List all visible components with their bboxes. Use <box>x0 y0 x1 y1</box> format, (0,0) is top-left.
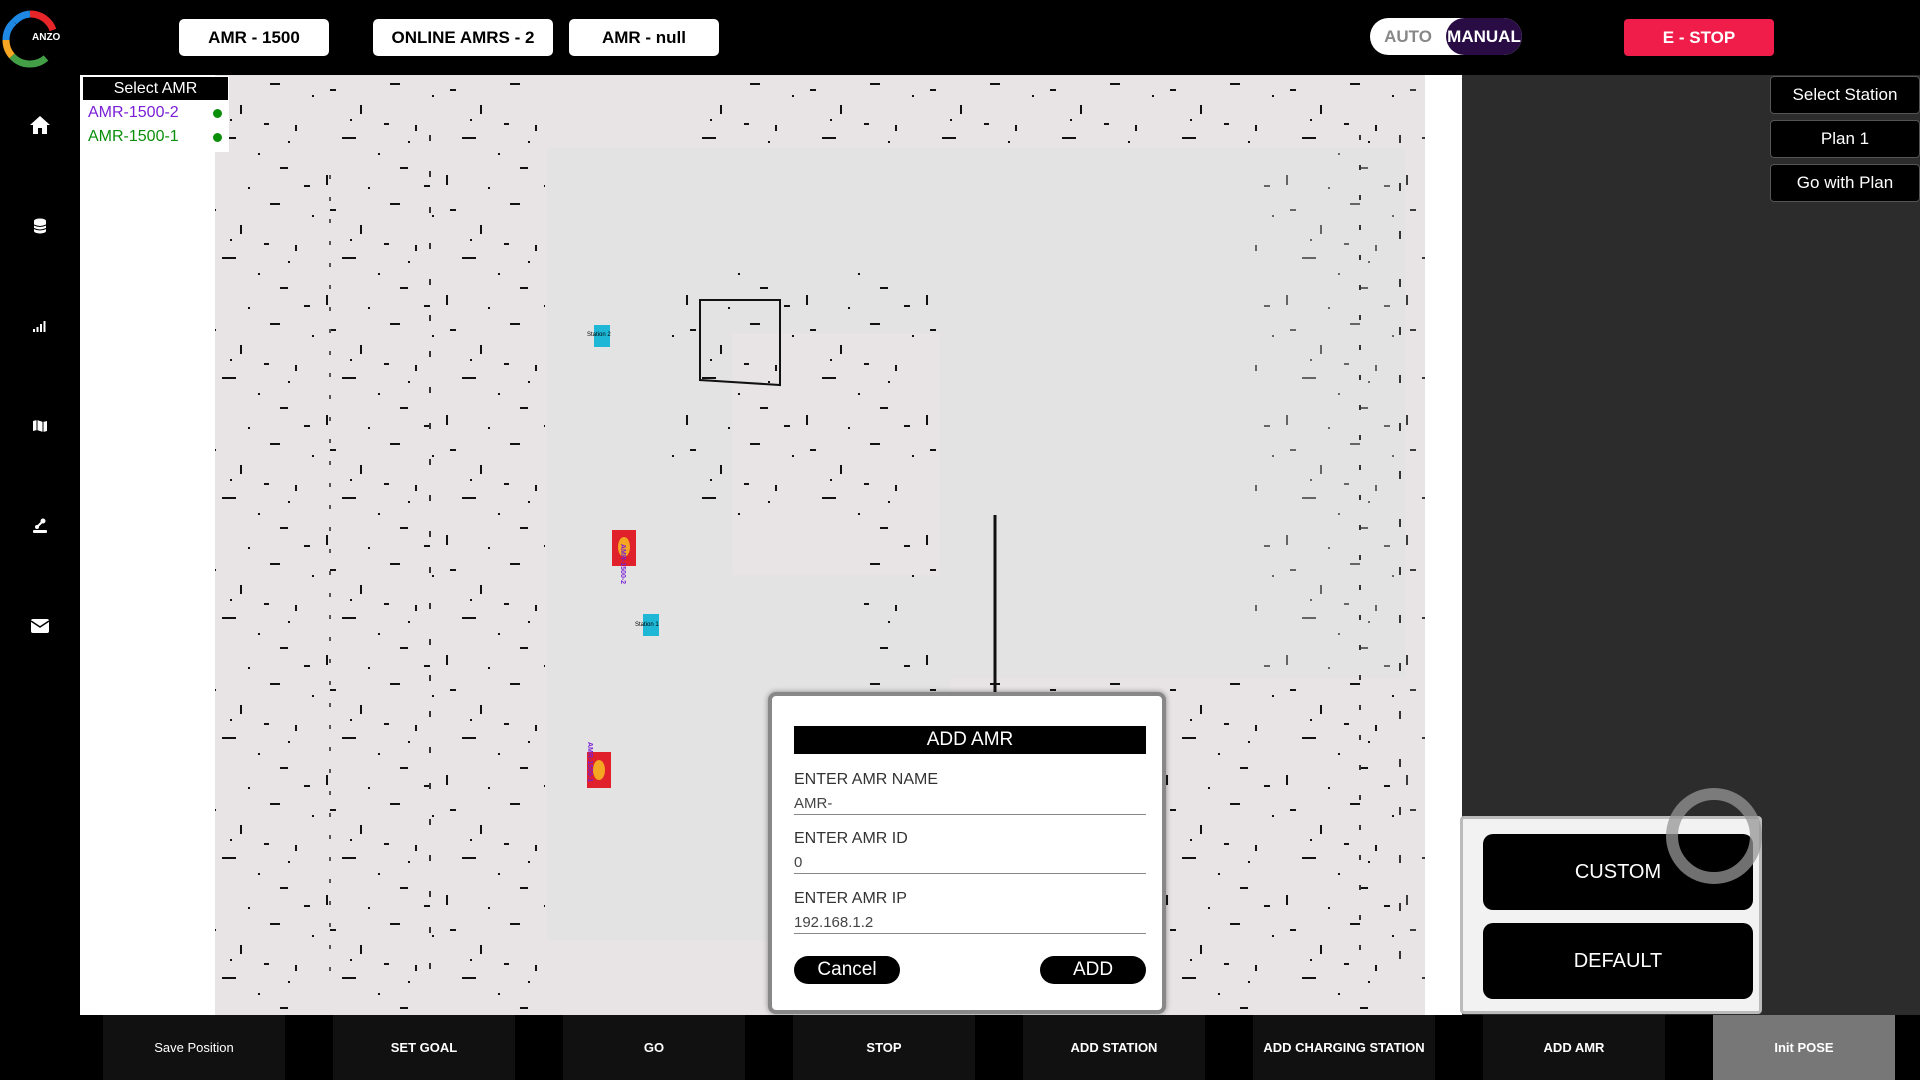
robot-marker[interactable]: AMR-1500-2 <box>612 530 636 584</box>
amr-name-input[interactable] <box>794 793 1146 815</box>
add-station-button[interactable]: ADD STATION <box>1023 1015 1205 1080</box>
cancel-button[interactable]: Cancel <box>794 956 900 984</box>
station-marker[interactable]: Station 1 <box>635 614 659 636</box>
add-charging-station-button[interactable]: ADD CHARGING STATION <box>1253 1015 1435 1080</box>
stop-button[interactable]: STOP <box>793 1015 975 1080</box>
dialog-title: ADD AMR <box>794 726 1146 754</box>
home-icon[interactable] <box>26 111 54 139</box>
map-icon[interactable] <box>26 412 54 440</box>
amr-name: AMR-1500-1 <box>88 128 179 145</box>
amr-list-item[interactable]: AMR-1500-2 <box>82 101 229 125</box>
select-amr-title: Select AMR <box>82 76 229 101</box>
amr-ip-label: ENTER AMR IP <box>794 890 907 907</box>
robot-label: AMR-1500-1 <box>586 742 593 783</box>
online-amrs-button[interactable]: ONLINE AMRS - 2 <box>373 19 553 56</box>
select-amr-panel: Select AMR AMR-1500-2 AMR-1500-1 <box>82 76 229 152</box>
add-amr-dialog: ADD AMR ENTER AMR NAME ENTER AMR ID ENTE… <box>768 692 1166 1014</box>
station-label: Station 2 <box>587 332 611 338</box>
robot-orientation-icon <box>593 760 605 780</box>
amr-id-label: ENTER AMR ID <box>794 830 908 847</box>
anzo-logo: ANZO <box>0 8 66 68</box>
default-button[interactable]: DEFAULT <box>1483 923 1753 999</box>
selected-amr-button[interactable]: AMR - null <box>569 19 719 56</box>
database-icon[interactable] <box>26 212 54 240</box>
online-status-dot <box>213 132 222 142</box>
online-status-dot <box>213 108 222 118</box>
select-station-button[interactable]: Select Station <box>1770 76 1920 114</box>
amr-name: AMR-1500-2 <box>88 104 179 121</box>
mail-icon[interactable] <box>26 612 54 640</box>
app-root: ANZO AMR - 1500 ONLINE AMRS - 2 AMR - nu… <box>0 0 1920 1080</box>
station-marker[interactable]: Station 2 <box>587 325 611 347</box>
set-goal-button[interactable]: SET GOAL <box>333 1015 515 1080</box>
amr-list-item[interactable]: AMR-1500-1 <box>82 125 229 149</box>
robot-marker[interactable]: AMR-1500-1 <box>586 742 611 788</box>
amr-model-button[interactable]: AMR - 1500 <box>179 19 329 56</box>
save-position-button[interactable]: Save Position <box>103 1015 285 1080</box>
amr-name-label: ENTER AMR NAME <box>794 771 939 788</box>
plan-select-button[interactable]: Plan 1 <box>1770 120 1920 158</box>
e-stop-button[interactable]: E - STOP <box>1624 19 1774 56</box>
pointer-ring-indicator <box>1666 788 1762 884</box>
mode-auto-option[interactable]: AUTO <box>1370 27 1446 47</box>
station-label: Station 1 <box>635 622 659 628</box>
signal-icon[interactable] <box>26 312 54 340</box>
robot-label: AMR-1500-2 <box>619 544 626 585</box>
mode-toggle[interactable]: AUTO MANUAL <box>1370 18 1522 55</box>
robot-arm-icon[interactable] <box>26 512 54 540</box>
amr-id-input[interactable] <box>794 852 1146 874</box>
add-button[interactable]: ADD <box>1040 956 1146 984</box>
init-pose-button[interactable]: Init POSE <box>1713 1015 1895 1080</box>
go-button[interactable]: GO <box>563 1015 745 1080</box>
logo-text: ANZO <box>32 32 61 43</box>
mode-manual-option[interactable]: MANUAL <box>1446 18 1522 55</box>
go-with-plan-button[interactable]: Go with Plan <box>1770 164 1920 202</box>
add-amr-button[interactable]: ADD AMR <box>1483 1015 1665 1080</box>
amr-ip-input[interactable] <box>794 912 1146 934</box>
